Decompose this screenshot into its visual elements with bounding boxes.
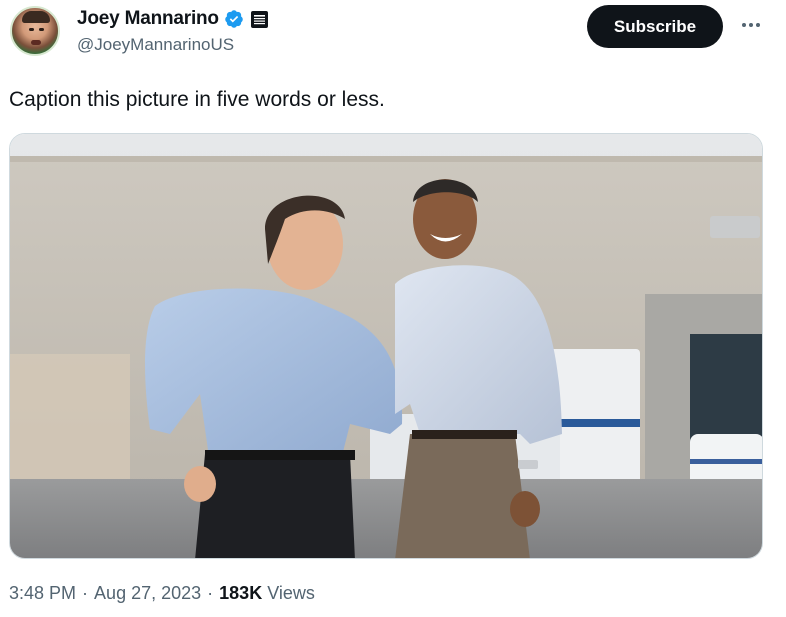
- photo-illustration: [10, 134, 762, 558]
- photo-watch: [518, 460, 538, 469]
- photo-man-right-trousers: [395, 434, 530, 558]
- author-display-name[interactable]: Joey Mannarino: [77, 8, 219, 30]
- subscribe-button[interactable]: Subscribe: [587, 5, 723, 48]
- avatar-mouth: [31, 40, 41, 45]
- more-dots-icon: [742, 23, 760, 27]
- tweet-time[interactable]: 3:48 PM: [9, 583, 76, 604]
- meta-separator: ·: [207, 583, 214, 603]
- views-count: 183K: [219, 583, 263, 603]
- avatar[interactable]: [10, 6, 60, 56]
- tweet-date[interactable]: Aug 27, 2023: [94, 583, 201, 604]
- photo-man-left-trousers: [195, 454, 355, 558]
- tweet-card: Joey Mannarino @JoeyMannarinoUS Subscrib…: [0, 0, 786, 617]
- photo-car-stripe: [690, 459, 762, 464]
- avatar-hair: [22, 11, 50, 23]
- photo-man-left-belt: [205, 450, 355, 460]
- affiliate-badge-icon[interactable]: [250, 10, 268, 28]
- photo-truck-stripe: [550, 419, 640, 427]
- photo-man-right-belt: [412, 430, 517, 439]
- tweet-photo[interactable]: [9, 133, 763, 559]
- tweet-meta: 3:48 PM · Aug 27, 2023 · 183K Views: [9, 583, 315, 604]
- photo-tarmac: [10, 479, 762, 558]
- photo-crates: [10, 354, 130, 484]
- author-name-row: Joey Mannarino: [77, 8, 268, 30]
- photo-man-right-hand: [510, 491, 540, 527]
- photo-man-left-hand: [184, 466, 216, 502]
- affiliate-logo-icon: [253, 14, 265, 24]
- author-handle[interactable]: @JoeyMannarinoUS: [77, 35, 234, 55]
- photo-roofline: [10, 156, 762, 162]
- avatar-eye-right: [39, 28, 44, 31]
- verified-badge-icon[interactable]: [224, 9, 244, 29]
- photo-sign: [710, 216, 760, 238]
- views-label: Views: [267, 583, 315, 603]
- tweet-text: Caption this picture in five words or le…: [9, 88, 385, 111]
- avatar-eye-left: [29, 28, 34, 31]
- more-options-icon[interactable]: [740, 14, 762, 36]
- meta-separator: ·: [82, 583, 89, 603]
